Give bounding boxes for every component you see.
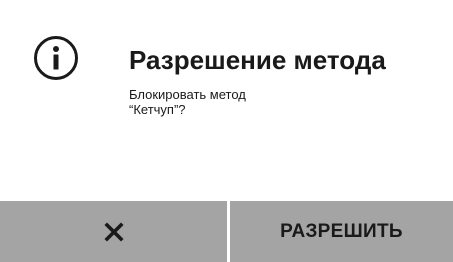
permission-dialog: Разрешение метода Блокировать метод “Кет…	[0, 0, 453, 262]
dialog-title: Разрешение метода	[129, 45, 386, 75]
message-line-2: “Кетчуп”?	[129, 102, 186, 117]
info-icon	[34, 36, 78, 80]
message-line-1: Блокировать метод	[129, 87, 246, 102]
button-bar: РАЗРЕШИТЬ	[0, 201, 453, 262]
cancel-button[interactable]	[0, 201, 227, 262]
allow-button[interactable]: РАЗРЕШИТЬ	[230, 201, 453, 262]
close-icon	[103, 221, 124, 242]
dialog-message: Блокировать метод “Кетчуп”?	[129, 87, 329, 117]
allow-button-label: РАЗРЕШИТЬ	[280, 220, 403, 242]
